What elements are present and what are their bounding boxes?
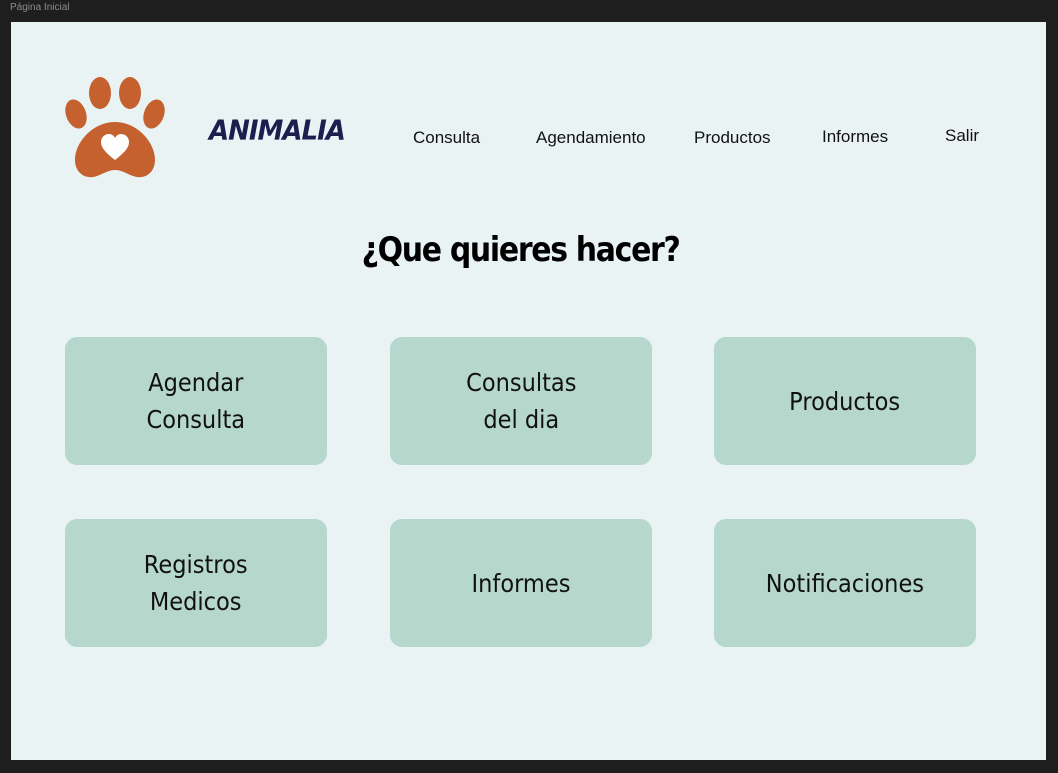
paw-heart-icon — [65, 77, 165, 178]
card-registros-medicos[interactable]: Registros Medicos — [65, 519, 327, 647]
card-agendar-consulta[interactable]: Agendar Consulta — [65, 337, 327, 465]
frame-label: Página Inicial — [10, 2, 70, 13]
card-productos[interactable]: Productos — [714, 337, 976, 465]
nav-agendamiento[interactable]: Agendamiento — [536, 128, 646, 148]
nav-informes[interactable]: Informes — [822, 127, 888, 147]
card-label: Consultas del dia — [465, 368, 577, 434]
card-label: Productos — [789, 386, 901, 416]
card-informes[interactable]: Informes — [390, 519, 652, 647]
nav-consulta[interactable]: Consulta — [413, 128, 480, 148]
card-consultas-del-dia[interactable]: Consultas del dia — [390, 337, 652, 465]
card-label: Informes — [471, 568, 571, 598]
nav-productos[interactable]: Productos — [694, 128, 771, 148]
brand-name: ANIMALIA — [209, 115, 346, 147]
card-label: Registros Medicos — [144, 550, 248, 616]
nav-salir[interactable]: Salir — [945, 126, 979, 146]
page-title: ¿Que quieres hacer? — [361, 230, 681, 270]
card-notificaciones[interactable]: Notificaciones — [714, 519, 976, 647]
card-label: Notificaciones — [765, 568, 925, 598]
home-page: ANIMALIA Consulta Agendamiento Productos… — [11, 22, 1046, 760]
card-label: Agendar Consulta — [146, 368, 246, 434]
